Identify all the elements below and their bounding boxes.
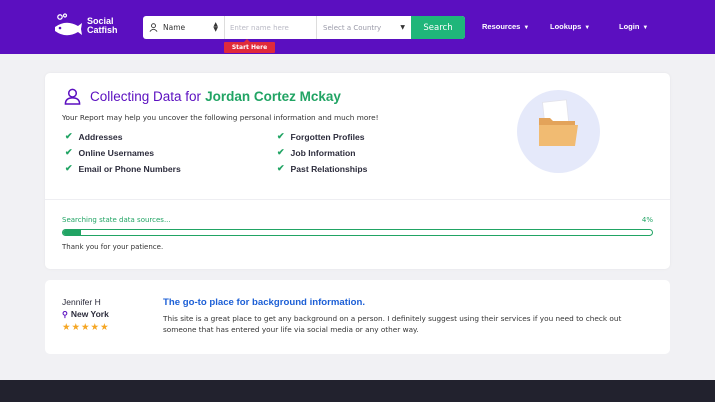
feature-item: ✔ Forgotten Profiles	[277, 131, 365, 142]
footer	[0, 380, 715, 402]
logo-line-2: Catfish	[87, 25, 118, 35]
check-icon: ✔	[65, 147, 73, 157]
nav-login-label: Login	[619, 22, 640, 31]
feature-label: Past Relationships	[290, 163, 368, 174]
nav-resources[interactable]: Resources ▼	[482, 22, 529, 31]
search-button[interactable]: Search	[411, 16, 465, 39]
chevron-down-icon: ▼	[400, 24, 405, 31]
catfish-logo-icon	[55, 13, 82, 36]
reviewer-name: Jennifer H	[62, 297, 101, 307]
search-type-select[interactable]: Name ▲ ▼	[143, 16, 225, 39]
check-icon: ✔	[277, 147, 285, 157]
progress-fill	[63, 230, 82, 235]
chevron-down-icon: ▼	[584, 25, 591, 31]
country-select-value: Select a Country	[323, 23, 382, 32]
folder-icon	[539, 99, 578, 146]
feature-label: Online Usernames	[78, 147, 155, 158]
nav-lookups[interactable]: Lookups ▼	[550, 22, 590, 31]
location-label: New York	[70, 309, 109, 319]
rating-stars: ★★★★★	[62, 322, 110, 333]
chevron-down-icon: ▼	[523, 25, 530, 31]
select-arrows-icon: ▲ ▼	[213, 21, 218, 33]
feature-item: ✔ Past Relationships	[277, 163, 367, 174]
feature-item: ✔ Addresses	[65, 131, 123, 142]
person-name: Jordan Cortez Mckay	[205, 89, 341, 104]
feature-label: Job Information	[290, 147, 356, 158]
page-title: Collecting Data for Jordan Cortez Mckay	[64, 88, 341, 105]
name-input[interactable]	[225, 16, 317, 39]
logo-text: Social Catfish	[87, 17, 118, 35]
title-prefix: Collecting Data for	[90, 89, 202, 104]
review-text: This site is a great place to get any ba…	[163, 314, 622, 334]
start-here-tooltip: Start Here	[224, 39, 275, 53]
review-title: The go-to place for background informati…	[163, 297, 366, 308]
search-bar: Name ▲▼ Select a Country ▼ Search	[143, 16, 465, 39]
feature-item: ✔ Job Information	[277, 147, 355, 158]
user-icon	[149, 23, 158, 32]
divider	[45, 199, 670, 200]
user-outline-icon	[64, 88, 81, 105]
feature-item: ✔ Email or Phone Numbers	[65, 163, 181, 174]
status-text: Searching state data sources...	[62, 216, 171, 224]
search-type-value: Name	[163, 23, 186, 32]
progress-percent: 4%	[641, 216, 653, 224]
nav-login[interactable]: Login ▼	[619, 22, 648, 31]
nav-lookups-label: Lookups	[550, 22, 582, 31]
subtitle: Your Report may help you uncover the fol…	[62, 113, 379, 122]
chevron-down-icon: ▼	[642, 25, 649, 31]
social-catfish-logo[interactable]: Social Catfish	[52, 13, 118, 39]
progress-bar	[62, 229, 653, 236]
check-icon: ✔	[277, 163, 285, 173]
reviewer-location: ⚲ New York	[62, 309, 109, 319]
feature-label: Forgotten Profiles	[290, 131, 365, 142]
folder-illustration	[517, 90, 600, 173]
patience-text: Thank you for your patience.	[62, 243, 164, 251]
collecting-data-card: Collecting Data for Jordan Cortez Mckay …	[45, 73, 670, 269]
feature-label: Addresses	[78, 131, 123, 142]
map-pin-icon: ⚲	[62, 309, 68, 319]
feature-item: ✔ Online Usernames	[65, 147, 154, 158]
feature-label: Email or Phone Numbers	[78, 163, 181, 174]
nav-resources-label: Resources	[482, 22, 521, 31]
country-select[interactable]: Select a Country ▼	[317, 16, 411, 39]
check-icon: ✔	[277, 131, 285, 141]
review-card: Jennifer H ⚲ New York ★★★★★ The go-to pl…	[45, 280, 670, 354]
check-icon: ✔	[65, 131, 73, 141]
top-header: Social Catfish Name ▲▼ Select a Country …	[0, 0, 715, 54]
check-icon: ✔	[65, 163, 73, 173]
